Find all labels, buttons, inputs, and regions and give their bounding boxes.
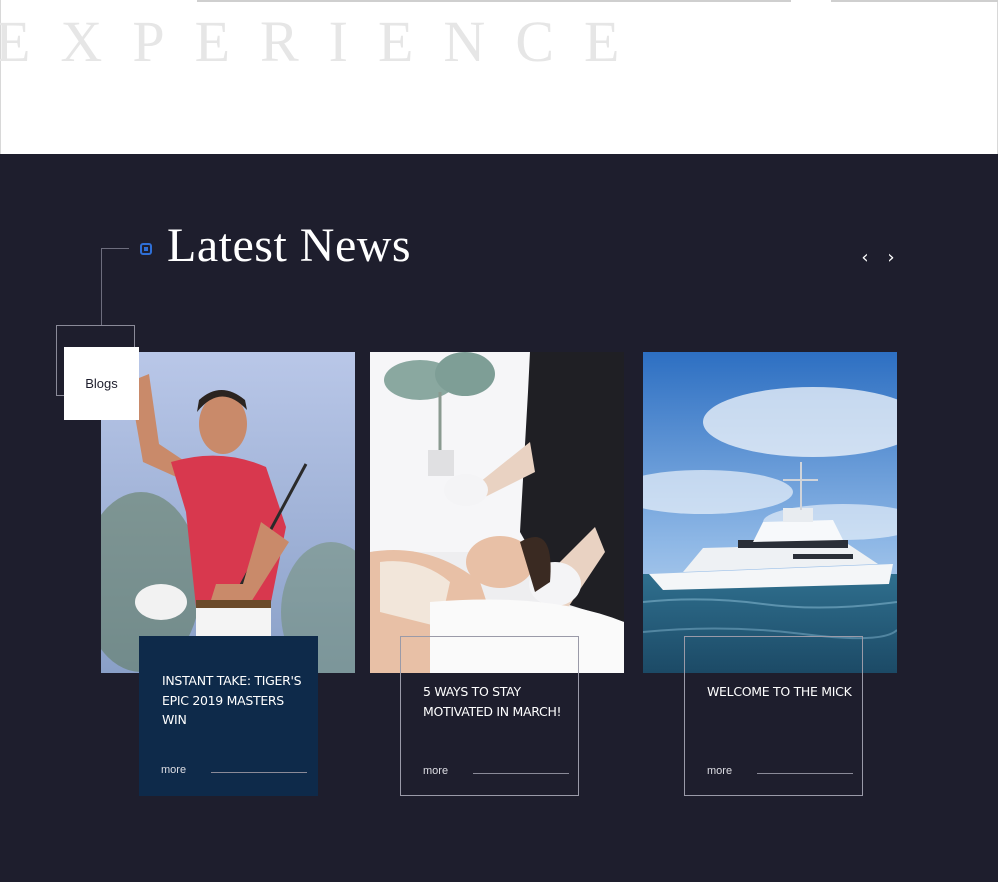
blogs-tag[interactable]: Blogs xyxy=(64,347,139,420)
connector-line xyxy=(101,248,129,249)
section-title: Latest News xyxy=(167,219,412,272)
next-arrow-icon[interactable]: › xyxy=(881,246,901,270)
news-card-title[interactable]: INSTANT TAKE: TIGER'S EPIC 2019 MASTERS … xyxy=(162,671,312,730)
more-divider xyxy=(473,773,569,774)
more-link[interactable]: more xyxy=(423,765,448,777)
more-link[interactable]: more xyxy=(707,765,732,777)
top-divider xyxy=(197,0,791,2)
top-section: EXPERIENCE xyxy=(0,0,998,154)
previous-arrow-icon[interactable]: ‹ xyxy=(855,246,875,270)
title-bullet-icon xyxy=(140,243,152,255)
more-link[interactable]: more xyxy=(161,764,186,776)
card-image-yacht[interactable] xyxy=(643,352,897,673)
experience-watermark: EXPERIENCE xyxy=(0,9,650,74)
more-divider xyxy=(211,772,307,773)
news-card-title[interactable]: WELCOME TO THE MICK xyxy=(707,682,857,702)
news-card-title[interactable]: 5 WAYS TO STAY MOTIVATED IN MARCH! xyxy=(423,682,573,721)
top-divider xyxy=(831,0,998,2)
more-divider xyxy=(757,773,853,774)
connector-line xyxy=(101,248,102,326)
card-image-spa[interactable] xyxy=(370,352,624,673)
card-image-golfer[interactable] xyxy=(101,352,355,673)
news-card-caption[interactable]: INSTANT TAKE: TIGER'S EPIC 2019 MASTERS … xyxy=(139,636,318,796)
news-card-caption[interactable]: WELCOME TO THE MICK more xyxy=(684,636,863,796)
news-card-caption[interactable]: 5 WAYS TO STAY MOTIVATED IN MARCH! more xyxy=(400,636,579,796)
